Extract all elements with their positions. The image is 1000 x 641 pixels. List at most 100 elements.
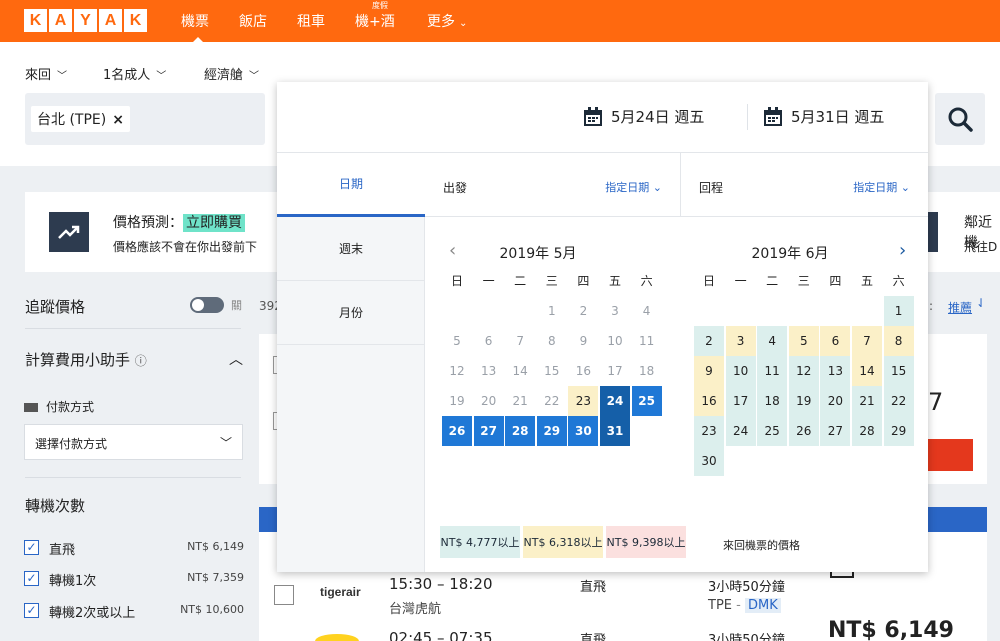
stop-label: 轉機2次或以上 [49, 606, 136, 621]
june-day-21[interactable]: 21 [852, 386, 882, 416]
may-day-24[interactable]: 24 [600, 386, 630, 416]
nav-flight-hotel[interactable]: 機+酒 [355, 11, 395, 31]
info-icon[interactable]: ⓘ [135, 354, 147, 368]
june-day-1[interactable]: 1 [883, 296, 914, 326]
return-date-value: 5月31日 週五 [791, 108, 885, 126]
june-day-2[interactable]: 2 [694, 326, 724, 356]
may-day-26[interactable]: 26 [442, 416, 472, 446]
june-day-27[interactable]: 27 [820, 416, 851, 446]
next-month-arrow-icon[interactable]: › [899, 240, 906, 261]
june-day-19[interactable]: 19 [788, 386, 819, 416]
may-day-27[interactable]: 27 [473, 416, 504, 446]
june-day-4[interactable]: 4 [757, 326, 788, 356]
nearby-airports-card[interactable]: 鄰近機 飛往D [928, 192, 1000, 272]
return-exact-date-dropdown[interactable]: 指定日期 ⌄ [853, 179, 910, 195]
passenger-select[interactable]: 1名成人 ﹀ [103, 64, 166, 83]
sort-icon[interactable]: ⇃ [976, 296, 986, 310]
june-day-23[interactable]: 23 [694, 416, 724, 446]
route-destination: DMK [744, 598, 781, 613]
flight-airline: 台灣虎航 [389, 602, 442, 617]
june-day-14[interactable]: 14 [852, 356, 882, 386]
june-day-25[interactable]: 25 [757, 416, 788, 446]
flight-stops: 直飛 [580, 633, 607, 641]
may-day-14: 14 [512, 364, 528, 378]
may-day-28[interactable]: 28 [505, 416, 536, 446]
depart-exact-date-dropdown[interactable]: 指定日期 ⌄ [605, 179, 662, 195]
may-day-23[interactable]: 23 [568, 386, 599, 416]
logo-letter: A [99, 9, 122, 32]
trip-type-select[interactable]: 來回 ﹀ [25, 64, 67, 83]
checkbox-checked[interactable]: ✓ [24, 603, 39, 618]
may-day-29[interactable]: 29 [536, 416, 567, 446]
passenger-label: 1名成人 [103, 68, 151, 83]
june-day-9[interactable]: 9 [694, 356, 724, 386]
checkbox-checked[interactable]: ✓ [24, 571, 39, 586]
depart-date-field[interactable]: 5月24日 週五 [583, 106, 704, 127]
return-date-field[interactable]: 5月31日 週五 [763, 106, 884, 127]
sort-recommended[interactable]: 推薦 [948, 299, 972, 316]
cabin-label: 經濟艙 [204, 68, 244, 83]
nav-flights[interactable]: 機票 [181, 11, 209, 44]
tab-weekends[interactable]: 週末 [277, 217, 425, 281]
view-deal-button[interactable] [928, 439, 973, 471]
weekday-header: 三 [797, 274, 810, 288]
may-day-30[interactable]: 30 [568, 416, 599, 446]
june-day-6[interactable]: 6 [820, 326, 851, 356]
june-day-3[interactable]: 3 [725, 326, 756, 356]
result-checkbox[interactable] [274, 585, 294, 605]
search-button[interactable] [935, 93, 985, 145]
june-day-16[interactable]: 16 [694, 386, 724, 416]
nav-more[interactable]: 更多 ⌄ [427, 11, 467, 31]
may-day-2: 2 [579, 304, 588, 318]
nav-hotels[interactable]: 飯店 [239, 11, 267, 31]
may-day-20: 20 [480, 394, 497, 408]
weekday-header: 日 [450, 274, 463, 288]
june-day-26[interactable]: 26 [788, 416, 819, 446]
return-label: 回程 [699, 181, 724, 195]
stop-price: NT$ 6,149 [187, 540, 244, 553]
june-day-5[interactable]: 5 [788, 326, 819, 356]
nav-cars[interactable]: 租車 [297, 11, 325, 31]
may-day-16: 16 [575, 364, 592, 378]
prev-month-arrow-icon[interactable]: ‹ [449, 240, 456, 261]
legend-note: 來回機票的價格 [723, 539, 800, 552]
cabin-select[interactable]: 經濟艙 ﹀ [204, 64, 259, 83]
fee-helper-title[interactable]: 計算費用小助手 ⓘ [25, 349, 147, 370]
stop-filter-nonstop[interactable]: ✓ 直飛 NT$ 6,149 [24, 539, 244, 558]
june-day-8[interactable]: 8 [883, 326, 914, 356]
tab-dates[interactable]: 日期 [277, 153, 425, 217]
payment-method-select[interactable]: 選擇付款方式 ﹀ [24, 424, 243, 460]
june-day-24[interactable]: 24 [725, 416, 756, 446]
june-day-12[interactable]: 12 [788, 356, 819, 386]
stop-filter-one-stop[interactable]: ✓ 轉機1次 NT$ 7,359 [24, 570, 244, 589]
stop-filter-two-plus[interactable]: ✓ 轉機2次或以上 NT$ 10,600 [24, 602, 244, 621]
june-day-15[interactable]: 15 [883, 356, 914, 386]
checkbox-checked[interactable]: ✓ [24, 540, 39, 555]
chevron-up-icon[interactable]: ︿ [229, 349, 243, 369]
may-day-31[interactable]: 31 [600, 416, 630, 446]
june-day-18[interactable]: 18 [757, 386, 788, 416]
origin-field[interactable]: 台北 (TPE) × [25, 93, 265, 145]
june-day-22[interactable]: 22 [883, 386, 914, 416]
june-day-29[interactable]: 29 [883, 416, 914, 446]
june-day-11[interactable]: 11 [757, 356, 788, 386]
june-day-28[interactable]: 28 [852, 416, 882, 446]
close-icon[interactable]: × [112, 112, 124, 128]
airline-logo [315, 634, 359, 641]
tab-months[interactable]: 月份 [277, 281, 425, 345]
june-day-30[interactable]: 30 [694, 446, 724, 476]
track-price-toggle[interactable] [190, 297, 224, 313]
kayak-logo[interactable]: KAYAK [24, 9, 147, 32]
june-day-17[interactable]: 17 [725, 386, 756, 416]
depart-label: 出發 [443, 181, 468, 195]
june-day-20[interactable]: 20 [820, 386, 851, 416]
may-day-25[interactable]: 25 [631, 386, 662, 416]
payment-select-value: 選擇付款方式 [35, 437, 108, 451]
june-day-13[interactable]: 13 [820, 356, 851, 386]
june-day-10[interactable]: 10 [725, 356, 756, 386]
card-icon [24, 403, 38, 412]
weekday-header: 六 [640, 274, 653, 288]
june-day-7[interactable]: 7 [852, 326, 882, 356]
origin-value: 台北 (TPE) [37, 112, 107, 128]
date-picker-popup: 5月24日 週五 5月31日 週五 日期 週末 月份 出發 指定日期 ⌄ 回程 … [277, 82, 928, 572]
